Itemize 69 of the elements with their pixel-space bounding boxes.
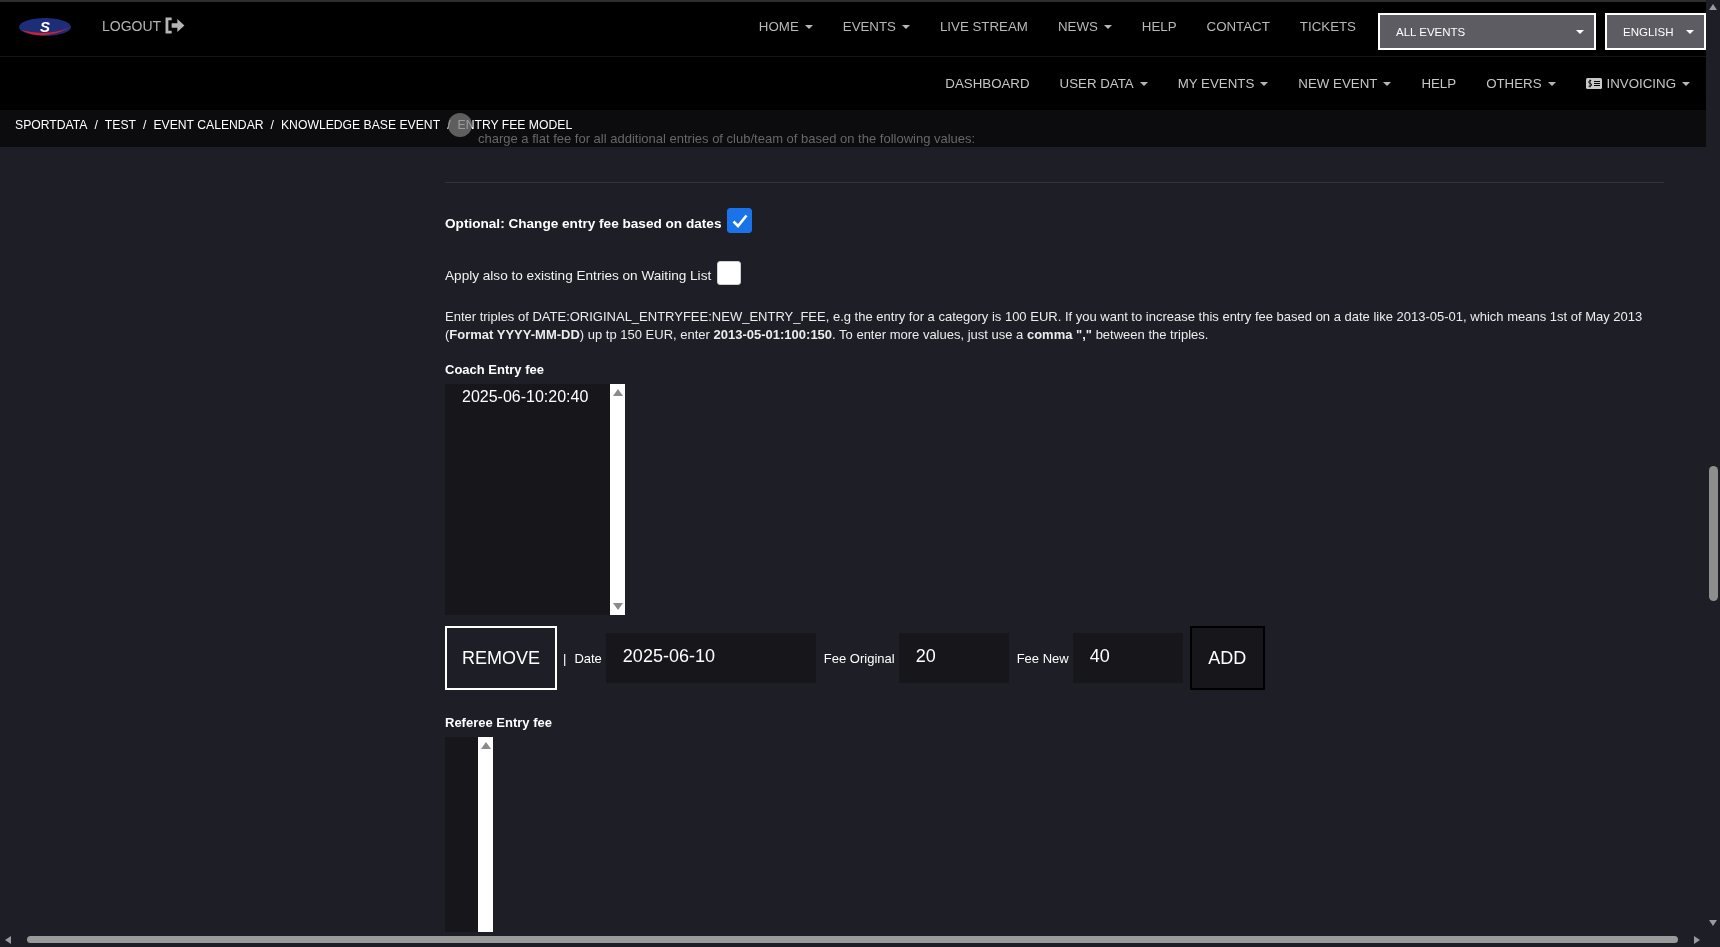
caret-icon <box>901 24 910 29</box>
nav-link[interactable]: OTHERS <box>1486 76 1556 91</box>
language-select[interactable]: ENGLISH <box>1605 13 1706 50</box>
remove-button[interactable]: REMOVE <box>445 626 557 690</box>
invoice-card-icon <box>1585 78 1602 89</box>
nav-link[interactable]: HELP <box>1421 76 1457 91</box>
caret-icon <box>1383 81 1392 86</box>
breadcrumb-separator: / <box>143 118 147 132</box>
caret-icon <box>804 24 813 29</box>
checkmark-icon <box>731 213 748 228</box>
arrow-down-icon[interactable] <box>1709 920 1717 926</box>
instructions-text: Enter triples of DATE:ORIGINAL_ENTRYFEE:NEW_ENTRY_FEE, e.g the entry for a category is 100 EUR. If you want to increase this entry fee based on a date like 2013-05-01, which means 1st of May 2013 (Format YYYY-MM-DD) up tp 150 EUR, enter 2013-05-01:100:150. To enter more values, just use a comma "," between the triples. <box>445 308 1644 344</box>
listbox-scrollbar[interactable] <box>478 737 493 932</box>
date-input[interactable]: 2025-06-10 <box>605 633 816 683</box>
listbox-scrollbar[interactable] <box>610 384 625 615</box>
nav-link[interactable]: NEW EVENT <box>1298 76 1392 91</box>
breadcrumb-link[interactable]: ENTRY FEE MODEL <box>457 118 573 132</box>
arrow-up-icon[interactable] <box>1709 4 1717 10</box>
breadcrumb-link[interactable]: TEST <box>104 118 136 132</box>
add-button[interactable]: ADD <box>1189 626 1265 690</box>
caret-icon <box>1682 81 1690 86</box>
caret-icon <box>1139 81 1148 86</box>
nav-link[interactable]: TICKETS <box>1299 19 1356 34</box>
arrow-right-icon[interactable] <box>1694 935 1700 944</box>
partly-hidden-text: charge a flat fee for all additional entries of club/team of based on the following values: <box>478 132 977 146</box>
nav-link[interactable]: MY EVENTS <box>1177 76 1269 91</box>
breadcrumb-separator: / <box>94 118 98 132</box>
nav-link[interactable]: CONTACT <box>1206 19 1270 34</box>
nav-link[interactable]: DASHBOARD <box>945 76 1030 91</box>
entry-listbox[interactable]: 2025-06-10:20:40 <box>445 384 625 615</box>
nav-link[interactable]: LIVE STREAM <box>939 19 1028 34</box>
breadcrumb-separator: / <box>447 118 451 132</box>
scrollbar-thumb[interactable] <box>1708 466 1718 601</box>
caret-icon <box>1547 81 1556 86</box>
scrollbar-thumb[interactable] <box>27 936 1678 943</box>
section-title: Coach Entry fee <box>445 362 545 378</box>
pipe-separator: | <box>563 650 567 666</box>
option-label: Optional: Change entry fee based on dates <box>445 216 722 232</box>
checkbox[interactable] <box>727 208 753 233</box>
arrow-up-icon[interactable] <box>480 742 491 749</box>
logout-link[interactable]: LOGOUT <box>102 17 186 34</box>
caret-icon <box>1103 24 1112 29</box>
field-label: Fee Original <box>823 650 895 666</box>
field-label: Fee New <box>1016 650 1069 666</box>
event-select[interactable]: ALL EVENTS <box>1378 13 1596 50</box>
arrow-down-icon[interactable] <box>612 603 623 610</box>
nav-link[interactable]: HOME <box>758 19 813 34</box>
breadcrumb-link[interactable]: EVENT CALENDAR <box>153 118 264 132</box>
nav-link[interactable]: NEWS <box>1057 19 1112 34</box>
arrow-left-icon[interactable] <box>5 935 11 944</box>
nav-link[interactable]: EVENTS <box>842 19 910 34</box>
nav-link[interactable]: HELP <box>1141 19 1177 34</box>
breadcrumb-link[interactable]: KNOWLEDGE BASE EVENT <box>280 118 441 132</box>
fee-input[interactable]: 40 <box>1072 633 1183 683</box>
entry-listbox[interactable] <box>445 737 493 932</box>
caret-icon <box>1576 29 1584 34</box>
caret-icon <box>1260 81 1269 86</box>
breadcrumb-link[interactable]: SPORTDATA <box>15 118 88 132</box>
section-title: Referee Entry fee <box>445 715 553 731</box>
nav-link[interactable]: USER DATA <box>1059 76 1148 91</box>
option-label: Apply also to existing Entries on Waiting List <box>445 268 712 284</box>
arrow-up-icon[interactable] <box>612 389 623 396</box>
list-option[interactable]: 2025-06-10:20:40 <box>445 387 610 407</box>
logout-icon <box>164 17 186 34</box>
fee-input[interactable]: 20 <box>898 633 1009 683</box>
breadcrumb-separator: / <box>270 118 274 132</box>
caret-icon <box>1686 29 1694 34</box>
field-label: Date <box>574 650 602 666</box>
nav-link[interactable]: INVOICING <box>1585 76 1690 91</box>
